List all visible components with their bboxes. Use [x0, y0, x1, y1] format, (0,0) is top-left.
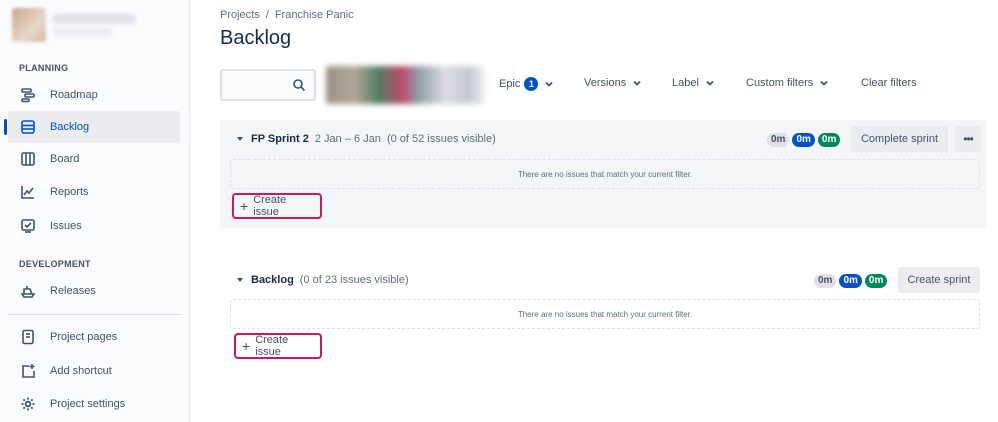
- section-label-development: DEVELOPMENT: [19, 259, 91, 269]
- custom-filters-label: Custom filters: [746, 77, 814, 89]
- backlog-header[interactable]: Backlog (0 of 23 issues visible): [235, 274, 409, 286]
- backlog-visible-count: (0 of 23 issues visible): [299, 274, 409, 286]
- label-filter[interactable]: Label: [672, 77, 715, 89]
- backlog-create-issue-button[interactable]: + Create issue: [234, 333, 322, 359]
- sidebar-divider: [8, 314, 182, 315]
- project-name-redacted: [52, 14, 136, 24]
- backlog-name: Backlog: [251, 274, 294, 286]
- reports-icon: [20, 184, 36, 200]
- search-input[interactable]: [220, 69, 316, 101]
- plus-icon: +: [242, 338, 251, 354]
- chevron-down-icon[interactable]: [235, 275, 245, 285]
- assignee-avatars-redacted[interactable]: [326, 66, 485, 104]
- estimate-done-badge: 0m: [817, 133, 841, 147]
- chevron-down-icon: [545, 81, 554, 87]
- sidebar-item-project-settings[interactable]: Project settings: [8, 388, 180, 420]
- sidebar-item-roadmap[interactable]: Roadmap: [8, 79, 180, 111]
- page-icon: [20, 329, 36, 345]
- versions-filter[interactable]: Versions: [584, 77, 642, 89]
- sidebar-item-label: Add shortcut: [50, 365, 112, 377]
- board-icon: [20, 151, 36, 167]
- sprint-visible-count: (0 of 52 issues visible): [386, 133, 496, 145]
- epic-filter-label: Epic: [499, 78, 521, 90]
- chevron-down-icon: [633, 80, 641, 86]
- sidebar-item-board[interactable]: Board: [8, 143, 180, 175]
- complete-sprint-button[interactable]: Complete sprint: [851, 126, 948, 152]
- versions-filter-label: Versions: [584, 77, 627, 89]
- sidebar-item-releases[interactable]: Releases: [8, 275, 180, 307]
- issues-icon: [20, 218, 36, 234]
- page-title: Backlog: [220, 27, 292, 49]
- sidebar-item-backlog[interactable]: Backlog: [8, 111, 180, 143]
- sprint-name: FP Sprint 2: [251, 133, 309, 145]
- sprint-estimates: 0m 0m 0m: [767, 133, 841, 147]
- clear-filters-button[interactable]: Clear filters: [861, 77, 917, 89]
- project-type-redacted: [52, 28, 112, 36]
- label-filter-label: Label: [672, 77, 699, 89]
- breadcrumb: Projects / Franchise Panic: [220, 9, 354, 21]
- chevron-down-icon: [820, 80, 828, 86]
- chevron-down-icon: [706, 80, 714, 86]
- sidebar-item-label: Reports: [50, 186, 89, 198]
- create-sprint-button[interactable]: Create sprint: [898, 267, 980, 293]
- estimate-inprogress-badge: 0m: [792, 133, 815, 147]
- epic-count-badge: 1: [524, 77, 539, 91]
- backlog-empty-state: There are no issues that match your curr…: [230, 299, 980, 329]
- epic-filter[interactable]: Epic 1: [499, 77, 554, 91]
- sidebar-item-label: Issues: [50, 220, 82, 232]
- estimate-todo-badge: 0m: [814, 274, 837, 288]
- sprint-header[interactable]: FP Sprint 2 2 Jan – 6 Jan (0 of 52 issue…: [235, 133, 496, 145]
- more-icon: •••: [963, 132, 974, 146]
- create-issue-label: Create issue: [253, 194, 287, 218]
- sidebar-item-label: Backlog: [50, 121, 90, 133]
- plus-icon: +: [240, 198, 249, 214]
- jira-app: PLANNING Roadmap Backlog Board Reports I…: [0, 0, 998, 422]
- sprint-empty-state: There are no issues that match your curr…: [230, 159, 980, 189]
- breadcrumb-projects[interactable]: Projects: [220, 9, 260, 21]
- chevron-down-icon[interactable]: [235, 134, 245, 144]
- estimate-done-badge: 0m: [864, 274, 888, 288]
- sidebar-item-label: Project pages: [50, 331, 118, 343]
- section-label-planning: PLANNING: [19, 63, 69, 73]
- sprint-dates: 2 Jan – 6 Jan: [314, 133, 381, 145]
- sidebar-item-label: Project settings: [50, 398, 126, 410]
- custom-filters[interactable]: Custom filters: [746, 77, 829, 89]
- backlog-icon: [20, 119, 36, 135]
- breadcrumb-project[interactable]: Franchise Panic: [275, 9, 354, 21]
- estimate-inprogress-badge: 0m: [839, 274, 862, 288]
- sidebar-item-issues[interactable]: Issues: [8, 210, 180, 242]
- sidebar-item-reports[interactable]: Reports: [8, 176, 180, 208]
- sidebar-item-label: Board: [50, 153, 80, 165]
- project-avatar: [12, 8, 46, 42]
- roadmap-icon: [20, 87, 36, 103]
- search-icon: [292, 78, 306, 92]
- active-indicator: [4, 119, 7, 135]
- add-shortcut-icon: [20, 363, 36, 379]
- create-issue-label: Create issue: [255, 334, 289, 358]
- sidebar-item-project-pages[interactable]: Project pages: [8, 321, 180, 353]
- project-header[interactable]: [12, 8, 136, 42]
- sidebar-item-label: Roadmap: [50, 89, 98, 101]
- sidebar-item-label: Releases: [50, 285, 96, 297]
- breadcrumb-separator: /: [265, 9, 269, 21]
- backlog-estimates: 0m 0m 0m: [814, 274, 888, 288]
- clear-filters-label: Clear filters: [861, 77, 917, 89]
- sprint-create-issue-button[interactable]: + Create issue: [232, 193, 322, 219]
- estimate-todo-badge: 0m: [767, 133, 790, 147]
- sidebar-item-add-shortcut[interactable]: Add shortcut: [8, 355, 180, 387]
- releases-icon: [20, 283, 36, 299]
- sidebar: PLANNING Roadmap Backlog Board Reports I…: [0, 0, 190, 422]
- sprint-more-button[interactable]: •••: [955, 126, 981, 152]
- gear-icon: [20, 396, 36, 412]
